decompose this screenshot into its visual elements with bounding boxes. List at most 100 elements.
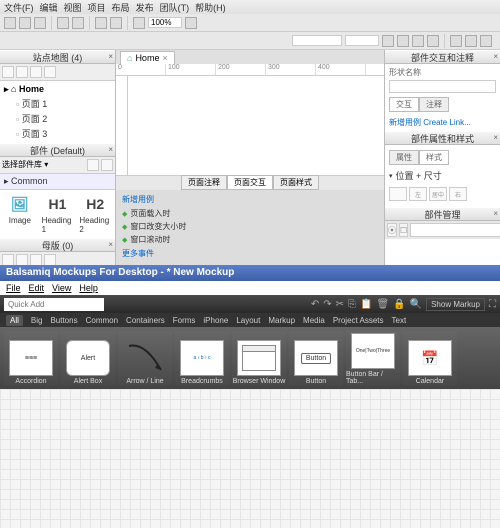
align-icon[interactable] [465, 35, 477, 47]
close-icon[interactable]: × [108, 52, 113, 61]
search-icon[interactable] [44, 66, 56, 78]
align-option[interactable]: 左 [409, 187, 427, 201]
tool-icon[interactable] [95, 17, 107, 29]
color-icon[interactable] [427, 35, 439, 47]
close-icon[interactable]: × [108, 240, 113, 249]
show-markup-button[interactable]: Show Markup [426, 298, 485, 311]
underline-icon[interactable] [412, 35, 424, 47]
cat-project-assets[interactable]: Project Assets [333, 316, 384, 325]
align-icon[interactable] [450, 35, 462, 47]
zoom-in-icon[interactable] [185, 17, 197, 29]
menu-item[interactable]: 视图 [64, 1, 82, 13]
add-case-link[interactable]: 新增用例 [122, 194, 378, 207]
menu-item[interactable]: 编辑 [40, 1, 58, 13]
fullscreen-icon[interactable]: ⛶ [489, 299, 496, 310]
add-page-icon[interactable] [2, 66, 14, 78]
widget-image[interactable]: 🖼 Image [4, 194, 36, 234]
lock-icon[interactable]: 🔒 [393, 299, 405, 310]
filter-icon[interactable]: ⦿ [387, 223, 397, 237]
widget-category-common[interactable]: ▸ Common [0, 174, 115, 190]
tree-node-home[interactable]: ▸ ⌂ Home [2, 83, 113, 96]
create-link[interactable]: 新增用例 Create Link... [389, 114, 496, 128]
tree-node-page[interactable]: 页面 3 [14, 126, 113, 141]
search-input[interactable] [410, 223, 500, 237]
zoom-level[interactable]: 100% [148, 17, 182, 28]
cat-markup[interactable]: Markup [268, 316, 295, 325]
search-icon[interactable] [44, 254, 56, 265]
cat-media[interactable]: Media [303, 316, 325, 325]
tool-icon[interactable] [19, 17, 31, 29]
lib-button[interactable]: Button Button [289, 331, 343, 385]
close-icon[interactable]: × [493, 209, 498, 218]
tool-icon[interactable] [110, 17, 122, 29]
menu-item[interactable]: 帮助(H) [195, 1, 226, 13]
undo-icon[interactable]: ↶ [311, 299, 319, 310]
font-select[interactable] [292, 35, 342, 46]
close-icon[interactable]: × [108, 145, 113, 154]
cat-forms[interactable]: Forms [173, 316, 196, 325]
cat-text[interactable]: Text [392, 316, 407, 325]
zoom-icon[interactable]: 🔍 [410, 299, 422, 310]
undo-icon[interactable] [57, 17, 69, 29]
tab-page-notes[interactable]: 页面注释 [181, 175, 227, 190]
canvas-tab-home[interactable]: Home× [120, 51, 175, 64]
cat-layout[interactable]: Layout [236, 316, 260, 325]
menu-help[interactable]: Help [79, 283, 98, 293]
quick-add-input[interactable] [4, 298, 104, 311]
paste-icon[interactable]: 📋 [360, 299, 372, 310]
delete-icon[interactable]: 🗑 [376, 299, 389, 310]
tree-node-page[interactable]: 页面 1 [14, 96, 113, 111]
menu-file[interactable]: File [6, 283, 21, 293]
close-icon[interactable]: × [493, 133, 498, 142]
shape-name-input[interactable] [389, 80, 496, 93]
cat-containers[interactable]: Containers [126, 316, 165, 325]
align-option[interactable] [389, 187, 407, 201]
tab-interactions[interactable]: 交互 [389, 97, 419, 112]
copy-icon[interactable]: ⎘ [348, 299, 356, 310]
case-scroll[interactable]: 窗口滚动时 [122, 233, 378, 246]
lib-browser-window[interactable]: Browser Window [232, 331, 286, 385]
align-option[interactable]: 居中 [429, 187, 447, 201]
case-resize[interactable]: 窗口改变大小时 [122, 220, 378, 233]
menu-item[interactable]: 文件(F) [4, 1, 34, 13]
case-onload[interactable]: 页面载入时 [122, 207, 378, 220]
redo-icon[interactable]: ↷ [323, 299, 331, 310]
zoom-out-icon[interactable] [133, 17, 145, 29]
folder-icon[interactable] [16, 254, 28, 265]
tab-page-style[interactable]: 页面样式 [273, 175, 319, 190]
design-canvas[interactable] [128, 76, 384, 175]
lib-breadcrumbs[interactable]: a › b › c Breadcrumbs [175, 331, 229, 385]
menu-view[interactable]: View [52, 283, 71, 293]
balsamiq-library[interactable]: ≡≡≡ Accordion Alert Alert Box Arrow / Li… [0, 327, 500, 389]
tool-icon[interactable] [30, 66, 42, 78]
section-position-size[interactable]: 位置 + 尺寸 [389, 167, 496, 184]
cat-all[interactable]: All [6, 315, 23, 326]
tree-node-page[interactable]: 页面 2 [14, 111, 113, 126]
lib-arrow[interactable]: Arrow / Line [118, 331, 172, 385]
menu-item[interactable]: 团队(T) [160, 1, 190, 13]
redo-icon[interactable] [72, 17, 84, 29]
search-icon[interactable] [101, 159, 113, 171]
menu-edit[interactable]: Edit [29, 283, 45, 293]
tool-icon[interactable] [34, 17, 46, 29]
lib-button-bar[interactable]: One|Two|Three Button Bar / Tab... [346, 331, 400, 385]
menu-item[interactable]: 布局 [112, 1, 130, 13]
filter-icon[interactable]: ☐ [399, 223, 408, 237]
balsamiq-canvas[interactable] [0, 389, 500, 528]
add-folder-icon[interactable] [16, 66, 28, 78]
widget-h2[interactable]: H2 Heading 2 [79, 194, 111, 234]
tab-page-interactions[interactable]: 页面交互 [227, 175, 273, 190]
add-icon[interactable] [2, 254, 14, 265]
lib-calendar[interactable]: 📅 Calendar [403, 331, 457, 385]
menu-item[interactable]: 发布 [136, 1, 154, 13]
widget-h1[interactable]: H1 Heading 1 [42, 194, 74, 234]
close-icon[interactable]: × [493, 52, 498, 61]
tab-style[interactable]: 样式 [419, 150, 449, 165]
menu-icon[interactable] [87, 159, 99, 171]
tool-icon[interactable] [4, 17, 16, 29]
bold-icon[interactable] [382, 35, 394, 47]
lib-alert-box[interactable]: Alert Alert Box [61, 331, 115, 385]
more-events-link[interactable]: 更多事件 [122, 246, 378, 261]
font-size[interactable] [345, 35, 379, 46]
menu-item[interactable]: 项目 [88, 1, 106, 13]
